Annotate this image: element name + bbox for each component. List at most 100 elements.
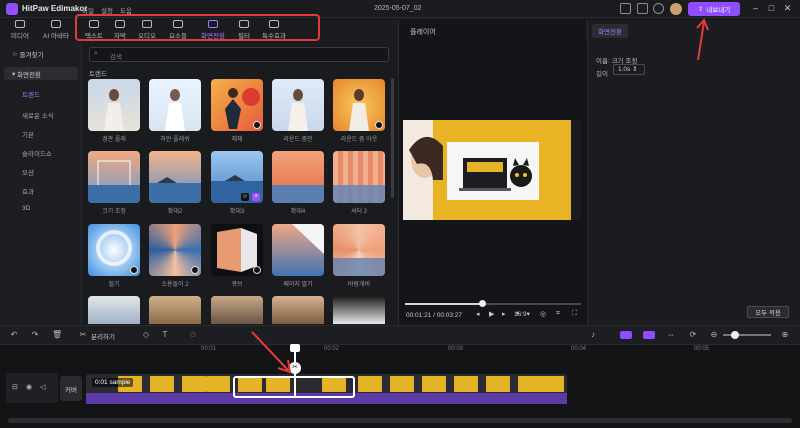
next-frame-icon[interactable]: ▸ xyxy=(502,310,506,318)
microphone-icon[interactable]: ♪ xyxy=(588,330,598,340)
download-icon[interactable] xyxy=(653,3,664,14)
apply-all-button[interactable]: 모두 적용 xyxy=(747,306,789,318)
transition-thumb[interactable] xyxy=(88,151,140,203)
sidebar-label: 즐겨찾기 xyxy=(19,51,44,59)
snapshot-icon[interactable]: ◎ xyxy=(540,310,546,318)
transition-thumb[interactable] xyxy=(272,79,324,131)
track-lock-icon[interactable]: ⊟ xyxy=(12,383,18,391)
clip-frame xyxy=(150,376,174,392)
video-preview[interactable] xyxy=(403,120,581,220)
fit-icon[interactable]: ⇔ xyxy=(666,330,676,340)
undo-icon[interactable]: ↶ xyxy=(9,330,19,340)
duration-stepper[interactable]: 1.0s ⇕ xyxy=(613,64,645,75)
transition-thumb[interactable] xyxy=(149,296,201,324)
section-title: 트렌드 xyxy=(89,71,107,78)
sidebar-item-motion[interactable]: 모션 xyxy=(22,167,34,177)
search-input[interactable] xyxy=(89,47,389,62)
sidebar-item-basic[interactable]: 기본 xyxy=(22,129,34,139)
time-tick: 00:01 xyxy=(201,346,217,352)
clip-label: 0:01 sample xyxy=(92,378,134,387)
transition-thumb[interactable] xyxy=(333,79,385,131)
transition-thumb[interactable] xyxy=(88,224,140,276)
sidebar-item-3d[interactable]: 3D xyxy=(22,205,30,212)
transition-thumb[interactable] xyxy=(211,296,263,324)
transition-thumb[interactable] xyxy=(272,151,324,203)
transition-thumb[interactable] xyxy=(211,79,263,131)
transition-thumb[interactable] xyxy=(88,79,140,131)
sidebar-item-trend[interactable]: 트렌드 xyxy=(22,89,40,99)
crop-icon[interactable]: ⌗ xyxy=(556,310,560,318)
aspect-ratio-value: 16:9 xyxy=(514,311,527,318)
delete-icon[interactable]: 🗑 xyxy=(52,330,62,340)
thumb-label: 하얀 플래쉬 xyxy=(160,137,190,143)
maximize-icon[interactable]: □ xyxy=(766,3,777,14)
minimize-icon[interactable]: – xyxy=(750,3,761,14)
favorite-star-icon[interactable]: ☆ xyxy=(241,193,249,201)
transition-thumb[interactable] xyxy=(272,296,324,324)
search-icon: ⌕ xyxy=(94,50,98,57)
thumb-label: 라운드 줌인 xyxy=(283,137,313,143)
zoom-out-icon[interactable]: ⊖ xyxy=(709,330,719,340)
thumb-label: 헐기 xyxy=(108,282,120,288)
clip-frame xyxy=(206,376,230,392)
add-icon[interactable]: + xyxy=(252,193,260,201)
link-icon[interactable] xyxy=(643,331,655,339)
transition-thumb[interactable] xyxy=(149,79,201,131)
timeline-scrollbar[interactable] xyxy=(8,418,792,423)
prev-frame-icon[interactable]: ◂ xyxy=(476,310,480,318)
transition-thumb[interactable] xyxy=(333,151,385,203)
transition-thumb[interactable] xyxy=(149,224,201,276)
feedback-icon[interactable] xyxy=(637,3,648,14)
track-visibility-icon[interactable]: ◉ xyxy=(26,383,32,391)
sidebar-favorites[interactable]: ☆ 즐겨찾기 xyxy=(4,47,78,60)
tab-transition-properties[interactable]: 화면전환 xyxy=(592,24,628,38)
duration-label: 길이 xyxy=(596,71,608,78)
sidebar-item-effect[interactable]: 효과 xyxy=(22,186,34,196)
download-icon[interactable] xyxy=(375,121,383,129)
app-logo-icon xyxy=(6,3,18,15)
model-image xyxy=(104,89,124,131)
disabled-tool-icon: ⊙ xyxy=(189,330,197,339)
cover-button[interactable]: 커버 xyxy=(60,376,82,401)
tab-ai-avatar[interactable]: AI 아바타 xyxy=(38,19,74,41)
aspect-ratio-selector[interactable]: 16:9▾ xyxy=(514,310,530,318)
browser-scrollbar[interactable] xyxy=(391,78,394,198)
playback-progress-handle[interactable] xyxy=(479,300,486,307)
download-icon[interactable] xyxy=(130,266,138,274)
loop-icon[interactable]: ⟳ xyxy=(688,330,698,340)
transition-thumb[interactable]: ☆ + xyxy=(211,151,263,203)
sidebar-group-transition[interactable]: ▾ 화면전환 xyxy=(4,67,78,80)
track-audio-icon[interactable]: ◁ xyxy=(40,383,45,391)
ai-avatar-icon xyxy=(51,20,61,28)
tab-media[interactable]: 미디어 xyxy=(2,19,38,41)
transition-thumb[interactable] xyxy=(272,224,324,276)
zoom-slider-handle[interactable] xyxy=(731,331,739,339)
zoom-in-icon[interactable]: ⊕ xyxy=(780,330,790,340)
transition-thumb[interactable] xyxy=(211,224,263,276)
transition-thumb[interactable] xyxy=(333,224,385,276)
play-icon[interactable]: ▶ xyxy=(489,310,494,318)
thumb-label: 확대2 xyxy=(167,209,183,215)
transition-thumb[interactable] xyxy=(149,151,201,203)
marker-icon[interactable]: ◇ xyxy=(141,330,151,340)
download-icon[interactable] xyxy=(253,121,261,129)
fullscreen-icon[interactable]: ⛶ xyxy=(572,310,577,318)
tab-label: 미디어 xyxy=(11,33,29,40)
transition-thumb[interactable] xyxy=(88,296,140,324)
annotation-arrow xyxy=(251,331,292,374)
sidebar-item-slideshow[interactable]: 슬라이드쇼 xyxy=(22,148,52,158)
download-icon[interactable] xyxy=(253,266,261,274)
layout-icon[interactable] xyxy=(620,3,631,14)
player-title: 플레이어 xyxy=(410,29,436,36)
text-insert-icon[interactable]: T xyxy=(160,330,170,340)
download-icon[interactable] xyxy=(191,266,199,274)
thumb-label: 셔터 2 xyxy=(350,209,368,215)
redo-icon[interactable]: ↷ xyxy=(30,330,40,340)
transition-thumb[interactable] xyxy=(333,296,385,324)
close-icon[interactable]: ✕ xyxy=(782,3,793,14)
sidebar-item-new[interactable]: 새로운 소식 xyxy=(22,110,54,120)
magnet-snap-icon[interactable] xyxy=(620,331,632,339)
time-display: 00:01:21 / 00:03:27 xyxy=(406,312,463,319)
split-label[interactable]: 분리하기 xyxy=(91,331,115,341)
split-icon[interactable]: ✂ xyxy=(78,330,88,340)
